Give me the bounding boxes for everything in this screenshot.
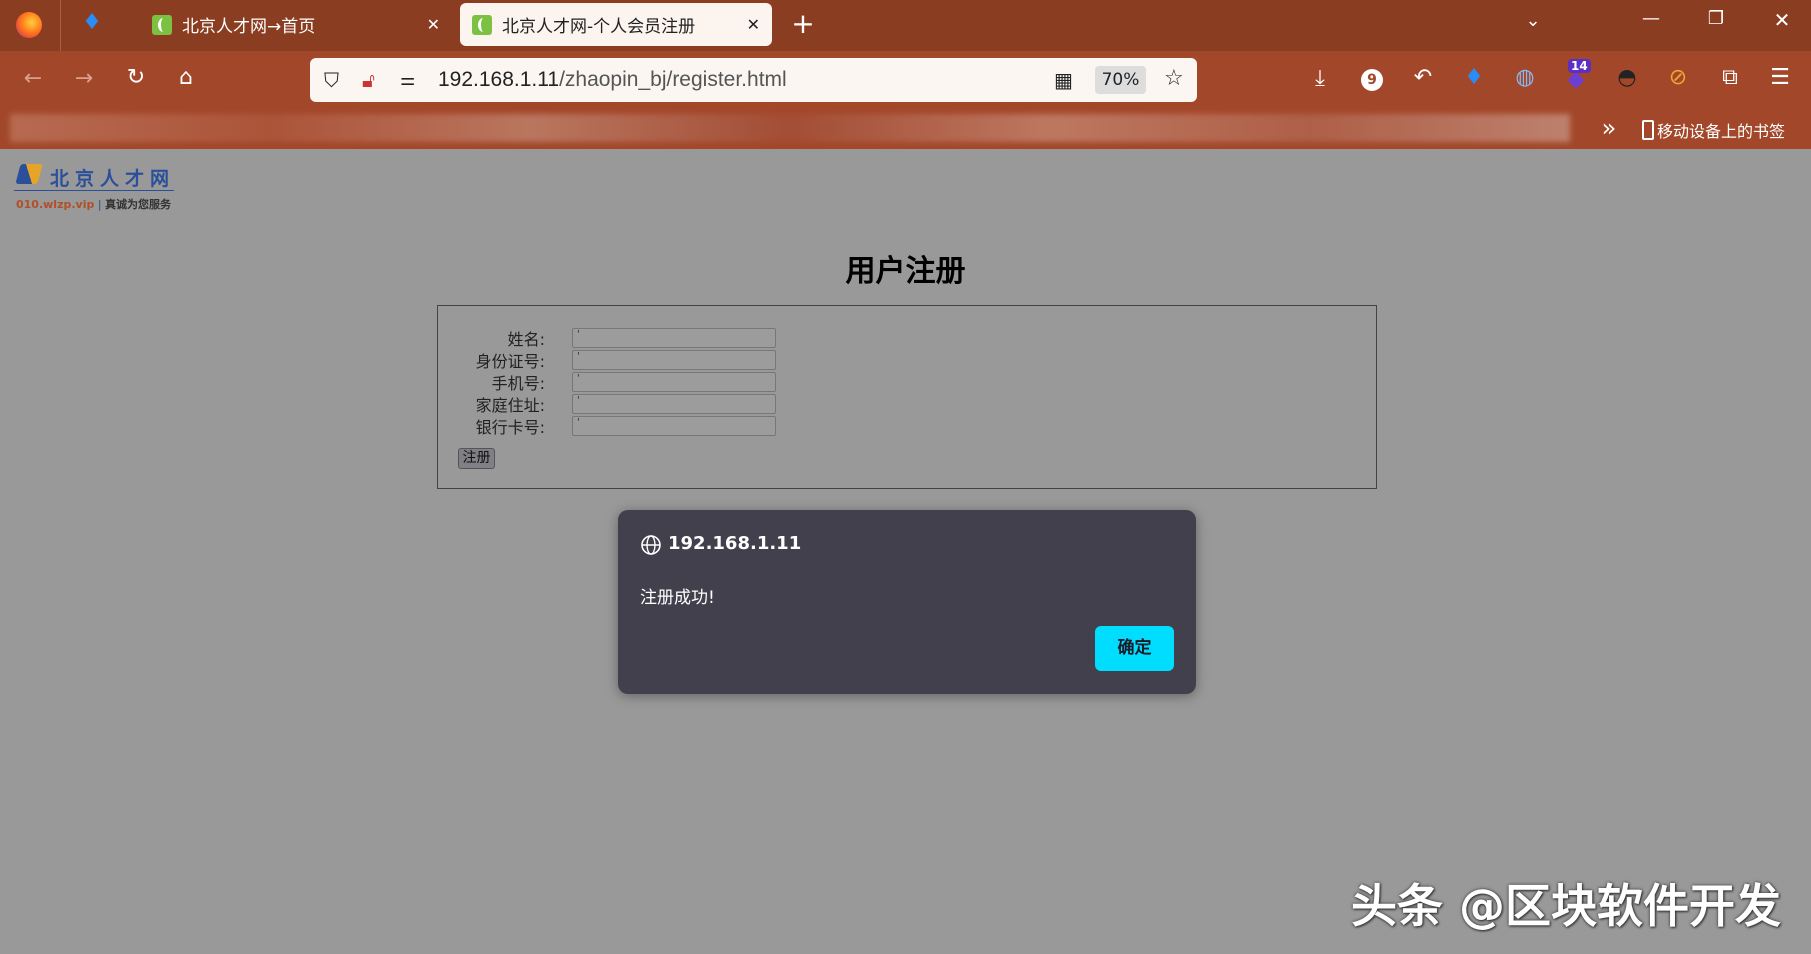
page-title: 用户注册 [0, 246, 1811, 290]
tab-bar: ♦ 北京人才网→首页 ✕ 北京人才网-个人会员注册 ✕ + ⌄ — ❐ ✕ [0, 0, 1811, 51]
field-label: 身份证号: [438, 348, 549, 372]
field-label: 姓名: [438, 326, 549, 350]
tracking-shield-icon[interactable]: ⛉ [324, 68, 339, 92]
home-button[interactable]: ⌂ [171, 67, 201, 89]
extension-count-badge: 14 [1568, 59, 1591, 73]
field-bank-card: 银行卡号: ' [438, 415, 776, 437]
logo-slogan: 真诚为您服务 [105, 198, 171, 211]
bookmark-star-icon[interactable]: ☆ [1164, 66, 1184, 91]
bookmarks-overflow-button[interactable]: » [1594, 116, 1624, 140]
tab-list-chevron-icon[interactable]: ⌄ [1518, 12, 1548, 30]
close-tab-icon[interactable]: ✕ [747, 15, 760, 34]
mobile-device-icon [1642, 120, 1654, 140]
logo-domain: 010.wlzp.vip [16, 198, 94, 211]
navigation-toolbar: ← → ↻ ⌂ ⛉ 🔓︎ ⚌ 192.168.1.11/zhaopin_bj/r… [0, 51, 1811, 110]
logo-name: 北京人才网 [50, 164, 175, 191]
globe-icon [640, 534, 662, 556]
field-label: 家庭住址: [438, 392, 549, 416]
address-input[interactable]: ' [572, 394, 776, 414]
mobile-bookmarks-label: 移动设备上的书签 [1657, 118, 1785, 142]
url-text[interactable]: 192.168.1.11/zhaopin_bj/register.html [438, 68, 787, 92]
bookmarks-toolbar: » 移动设备上的书签 [0, 110, 1811, 149]
url-path: /zhaopin_bj/register.html [559, 68, 787, 91]
insecure-lock-icon[interactable]: 🔓︎ [362, 68, 375, 92]
dialog-host: 192.168.1.11 [668, 533, 801, 554]
url-host: 192.168.1.11 [438, 68, 559, 91]
dialog-message: 注册成功! [640, 583, 715, 608]
tab-title: 北京人才网→首页 [182, 12, 315, 37]
site-logo[interactable]: 北京人才网 010.wlzp.vip | 真诚为您服务 [14, 160, 179, 214]
globe-extension-icon[interactable]: ◍ [1510, 67, 1540, 89]
extensions-puzzle-icon[interactable]: ⧉ [1715, 67, 1745, 89]
field-name: 姓名: ' [438, 327, 776, 349]
zoom-level-button[interactable]: 70% [1095, 66, 1146, 94]
field-phone: 手机号: ' [438, 371, 776, 393]
site-favicon [472, 15, 492, 35]
logo-mark-icon [15, 164, 42, 184]
address-bar[interactable]: ⛉ 🔓︎ ⚌ 192.168.1.11/zhaopin_bj/register.… [310, 58, 1197, 102]
blurred-bookmarks [10, 114, 1570, 142]
tab-home[interactable]: 北京人才网→首页 ✕ [140, 3, 452, 46]
logo-tagline: 010.wlzp.vip | 真诚为您服务 [16, 196, 171, 212]
gem-extension-icon[interactable]: ♦ [77, 12, 107, 34]
firefox-menu-icon[interactable] [16, 12, 42, 38]
back-button[interactable]: ← [18, 68, 48, 90]
field-label: 手机号: [438, 370, 549, 394]
minimize-button[interactable]: — [1636, 10, 1666, 28]
alert-dialog: 192.168.1.11 注册成功! 确定 [618, 510, 1196, 694]
hat-extension-icon[interactable]: ◓ [1612, 67, 1642, 89]
qr-code-icon[interactable]: ▦ [1054, 68, 1073, 92]
phone-input[interactable]: ' [572, 372, 776, 392]
downloads-icon[interactable]: ⤓ [1305, 68, 1335, 90]
name-input[interactable]: ' [572, 328, 776, 348]
register-form: 姓名: ' 身份证号: ' 手机号: ' 家庭住址: ' 银行卡号: ' 注册 [437, 305, 1377, 489]
blocked-extension-icon[interactable]: ⊘ [1663, 67, 1693, 89]
tab-divider [60, 0, 61, 51]
site-permissions-icon[interactable]: ⚌ [400, 70, 415, 90]
mobile-bookmarks-folder[interactable]: 移动设备上的书签 [1642, 118, 1785, 142]
close-tab-icon[interactable]: ✕ [427, 15, 440, 34]
field-id-number: 身份证号: ' [438, 349, 776, 371]
id-number-input[interactable]: ' [572, 350, 776, 370]
tab-title: 北京人才网-个人会员注册 [502, 12, 695, 37]
reload-button[interactable]: ↻ [121, 67, 151, 89]
field-address: 家庭住址: ' [438, 393, 776, 415]
site-favicon [152, 15, 172, 35]
forward-button[interactable]: → [69, 68, 99, 90]
restore-button[interactable]: ❐ [1701, 10, 1731, 28]
register-button[interactable]: 注册 [458, 448, 495, 469]
field-label: 银行卡号: [438, 414, 549, 438]
tab-register[interactable]: 北京人才网-个人会员注册 ✕ [460, 3, 772, 46]
logo-separator: | [98, 198, 102, 211]
app-menu-icon[interactable]: ☰ [1765, 67, 1795, 89]
close-window-button[interactable]: ✕ [1767, 10, 1797, 30]
notification-badge-icon[interactable]: 9 [1361, 69, 1383, 91]
watermark: 头条 @区块软件开发 [1351, 870, 1781, 936]
new-tab-button[interactable]: + [788, 10, 818, 38]
gem-extension-icon[interactable]: ♦ [1459, 67, 1489, 89]
ok-button[interactable]: 确定 [1095, 626, 1174, 671]
logo-underline [14, 190, 174, 191]
reply-extension-icon[interactable]: ↶ [1408, 67, 1438, 89]
bank-card-input[interactable]: ' [572, 416, 776, 436]
